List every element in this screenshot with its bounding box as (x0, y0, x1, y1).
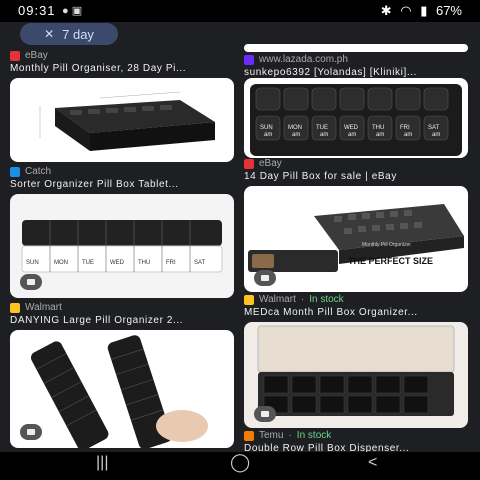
bluetooth-icon: ✱ (380, 3, 392, 18)
medca-caption: Monthly Pill Organizer (362, 242, 411, 248)
result-card-7[interactable]: Temu · In stock Double Row Pill Box Disp… (244, 430, 470, 454)
result-source: eBay (244, 158, 470, 169)
tag-icon[interactable] (254, 406, 276, 422)
day-label: THU (372, 125, 384, 131)
pill-box-image: SUN MON TUE WED THU FRI SAT (21, 220, 223, 273)
result-title[interactable]: 14 Day Pill Box for sale | eBay (244, 171, 470, 182)
result-source: Walmart (10, 302, 236, 313)
result-image-6[interactable] (244, 322, 468, 428)
result-source: Temu · In stock (244, 430, 470, 441)
am-label: am (348, 132, 356, 138)
filter-chip-7-day[interactable]: ✕ 7 day (20, 23, 118, 45)
recents-icon[interactable]: ||| (96, 454, 108, 472)
pill-box-image: THE PERFECT SIZE Monthly Pill Organizer (248, 204, 464, 272)
result-image-5[interactable] (10, 330, 234, 448)
day-label: FRI (400, 125, 410, 131)
pill-box-image (30, 335, 208, 448)
day-label: SUN (260, 125, 273, 131)
clock: 09:31 (18, 3, 56, 18)
tag-icon[interactable] (254, 270, 276, 286)
day-label: FRI (166, 260, 176, 266)
lazada-logo-icon (244, 54, 254, 65)
signal-icon: ▮ (420, 3, 428, 18)
status-right: ✱ ◠ ▮ 67% (376, 3, 462, 19)
pill-box-image: SUN MON TUE WED THU FRI SAT am am am am … (250, 84, 462, 156)
result-source: eBay (10, 50, 236, 61)
result-card-6[interactable]: Walmart · In stock MEDca Month Pill Box … (244, 294, 470, 318)
result-card-2[interactable]: www.lazada.com.ph sunkepo6392 [Yolandas]… (244, 54, 470, 78)
result-source: www.lazada.com.ph (244, 54, 470, 65)
result-card-1[interactable]: eBay Monthly Pill Organiser, 28 Day Pi..… (10, 50, 236, 74)
am-label: am (432, 132, 440, 138)
result-image-3[interactable]: SUN MON TUE WED THU FRI SAT (10, 194, 234, 298)
am-label: am (320, 132, 328, 138)
day-label: MON (288, 125, 302, 131)
result-image-4[interactable]: THE PERFECT SIZE Monthly Pill Organizer (244, 186, 468, 292)
system-navigation-bar: ||| ◯ < (0, 452, 480, 480)
walmart-logo-icon (10, 302, 20, 313)
day-label: WED (110, 260, 125, 266)
stock-status: In stock (296, 430, 332, 441)
result-card-5[interactable]: Walmart DANYING Large Pill Organizer 2..… (10, 302, 236, 326)
day-label: SAT (428, 125, 440, 131)
perfect-size-label: THE PERFECT SIZE (348, 256, 433, 266)
catch-logo-icon (10, 166, 20, 177)
result-image-1[interactable] (10, 78, 234, 162)
result-title[interactable]: sunkepo6392 [Yolandas] [Kliniki]... (244, 67, 470, 78)
temu-logo-icon (244, 430, 254, 441)
result-title[interactable]: DANYING Large Pill Organizer 2... (10, 315, 236, 326)
day-label: WED (344, 125, 359, 131)
wifi-icon: ◠ (400, 3, 412, 18)
day-label: SUN (26, 260, 39, 266)
tag-icon[interactable] (20, 424, 42, 440)
result-image-2[interactable]: SUN MON TUE WED THU FRI SAT am am am am … (244, 78, 468, 158)
am-label: am (376, 132, 384, 138)
result-title[interactable]: MEDca Month Pill Box Organizer... (244, 307, 470, 318)
result-card-3[interactable]: Catch Sorter Organizer Pill Box Tablet..… (10, 166, 236, 190)
walmart-logo-icon (244, 294, 254, 305)
partial-image[interactable] (244, 44, 468, 52)
battery-level: 67% (435, 3, 462, 18)
pill-box-image (39, 91, 215, 151)
day-label: TUE (82, 260, 94, 266)
filter-chip-label: 7 day (62, 26, 94, 42)
status-bar: 09:31 ● ▣ ✱ ◠ ▮ 67% (0, 0, 480, 22)
tag-icon[interactable] (20, 274, 42, 290)
am-label: am (404, 132, 412, 138)
am-label: am (292, 132, 300, 138)
day-label: SAT (194, 260, 206, 266)
ebay-logo-icon (244, 158, 254, 169)
day-label: MON (54, 260, 68, 266)
result-source: Walmart · In stock (244, 294, 470, 305)
day-label: THU (138, 260, 150, 266)
result-title[interactable]: Monthly Pill Organiser, 28 Day Pi... (10, 63, 236, 74)
am-label: am (264, 132, 272, 138)
pill-box-image (257, 325, 455, 416)
result-card-4[interactable]: eBay 14 Day Pill Box for sale | eBay (244, 158, 470, 182)
result-title[interactable]: Sorter Organizer Pill Box Tablet... (10, 179, 236, 190)
day-label: TUE (316, 125, 328, 131)
stock-status: In stock (309, 294, 344, 305)
result-source: Catch (10, 166, 236, 177)
close-icon[interactable]: ✕ (44, 27, 54, 41)
back-icon[interactable]: < (368, 454, 377, 472)
home-icon[interactable]: ◯ (230, 452, 250, 473)
notification-icons: ● ▣ (62, 5, 83, 17)
ebay-logo-icon (10, 50, 20, 61)
